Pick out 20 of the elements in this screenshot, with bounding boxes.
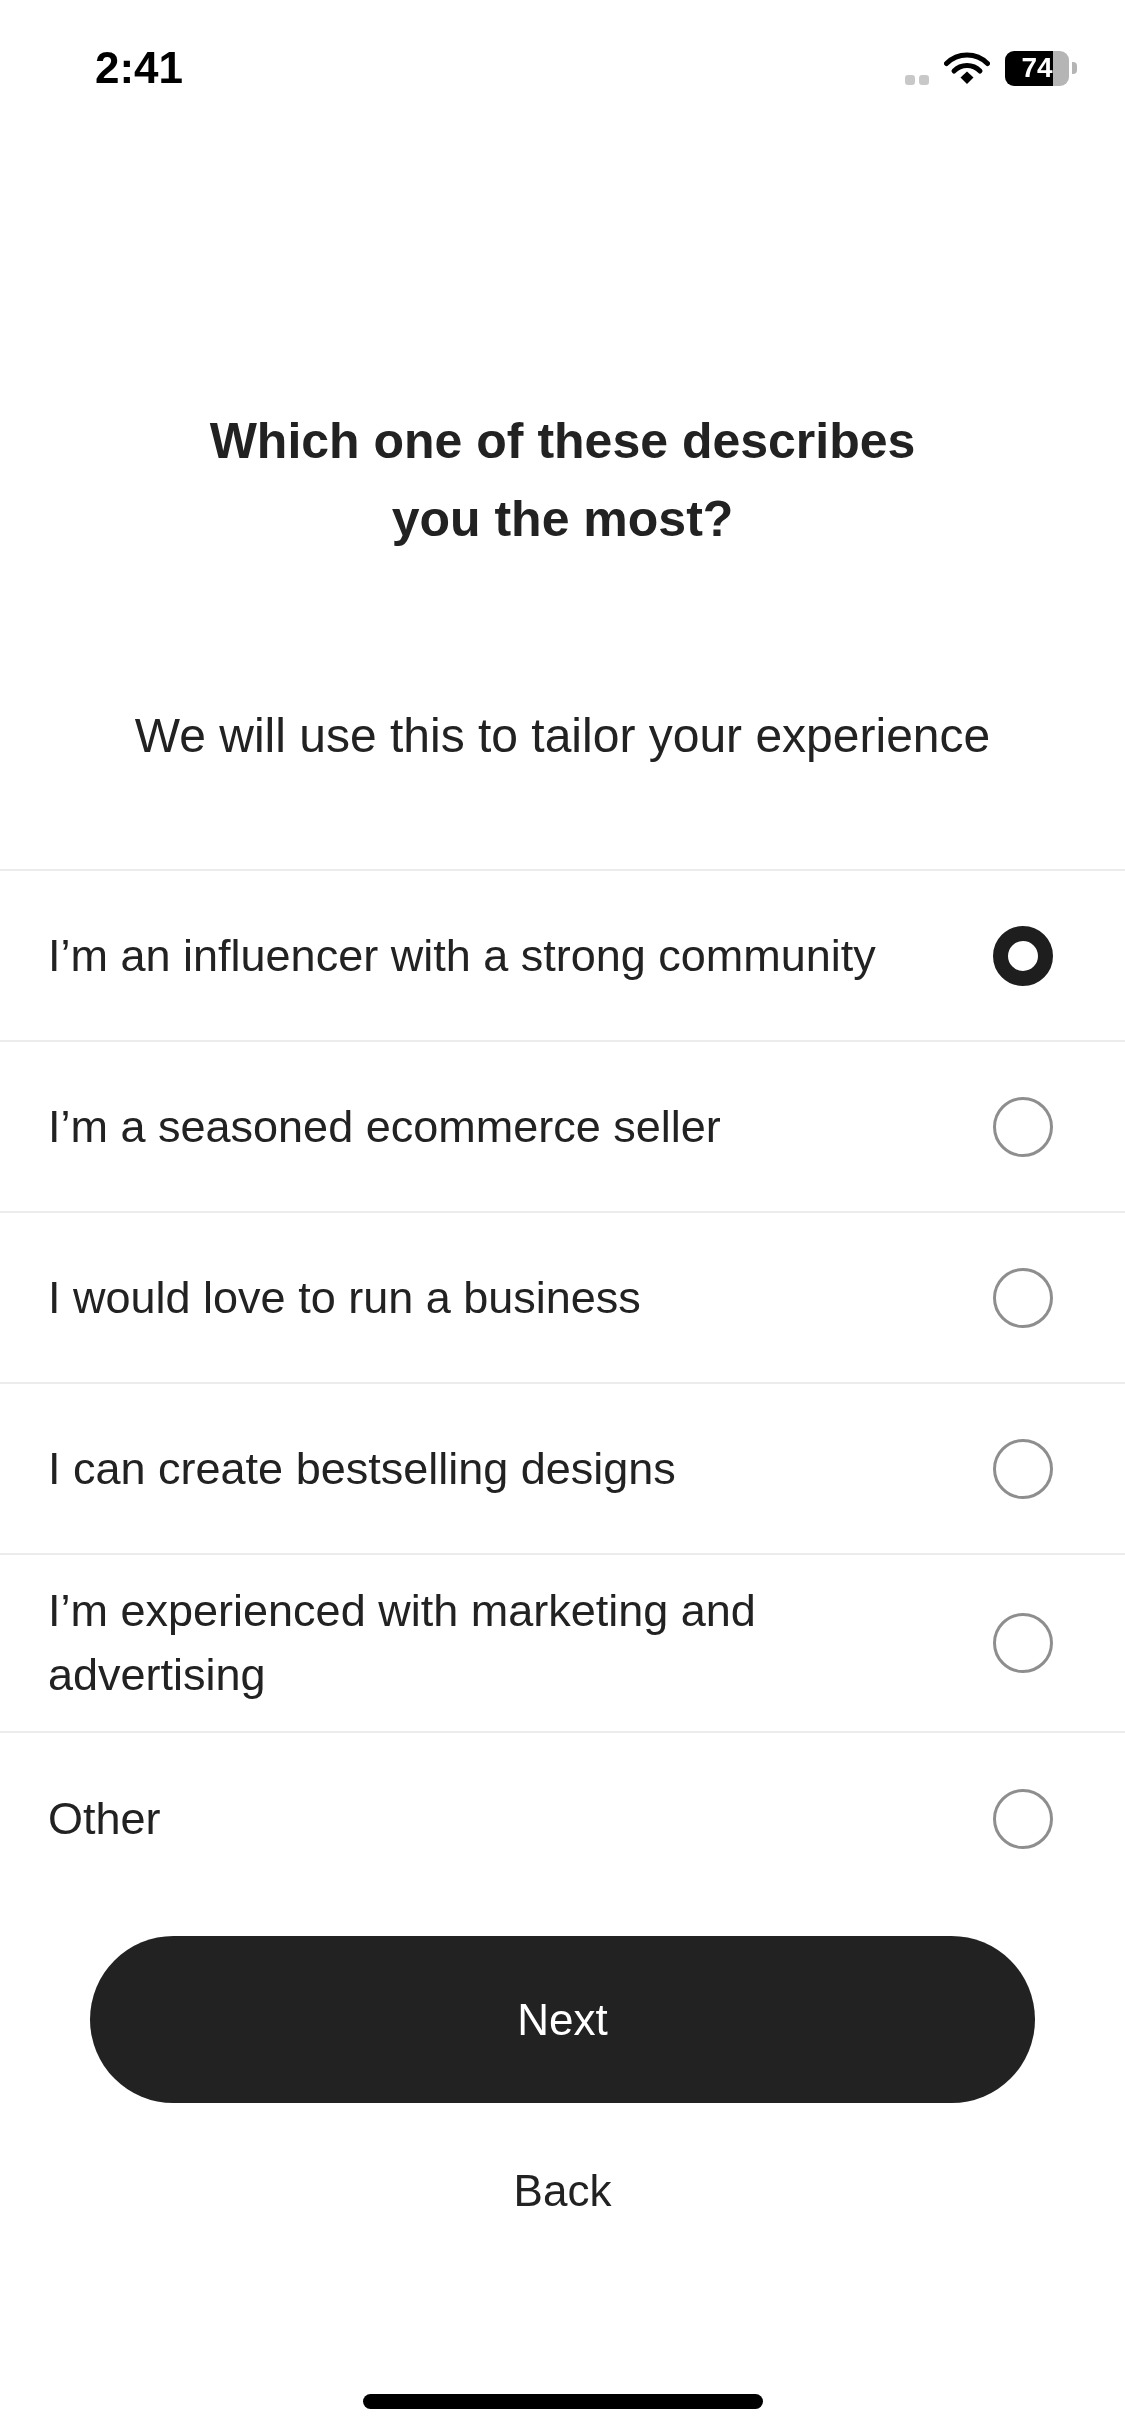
radio-button[interactable] — [993, 1613, 1053, 1673]
option-label[interactable]: I’m a seasoned ecommerce seller — [48, 1094, 721, 1159]
back-button[interactable]: Back — [489, 2153, 636, 2229]
radio-button[interactable] — [993, 1096, 1053, 1157]
next-button[interactable]: Next — [90, 1936, 1035, 2103]
radio-button[interactable] — [993, 1438, 1053, 1499]
option-label[interactable]: I can create bestselling designs — [48, 1436, 676, 1501]
question-title: Which one of these describes you the most? — [208, 412, 917, 549]
radio-button[interactable] — [993, 1267, 1053, 1328]
option-label[interactable]: I would love to run a business — [48, 1265, 641, 1330]
question-subtitle: We will use this to tailor your experience — [134, 708, 991, 764]
battery-indicator: 74 — [1005, 50, 1077, 86]
radio-button[interactable] — [993, 925, 1053, 986]
status-time: 2:41 — [95, 43, 184, 93]
option-label[interactable]: Other — [48, 1786, 161, 1851]
option-label[interactable]: I’m an influencer with a strong community — [48, 923, 876, 988]
wifi-icon — [944, 51, 990, 85]
option-label[interactable]: I’m experienced with marketing and advertising — [48, 1579, 903, 1707]
radio-button[interactable] — [993, 1788, 1053, 1849]
signal-dots-icon — [905, 75, 929, 85]
